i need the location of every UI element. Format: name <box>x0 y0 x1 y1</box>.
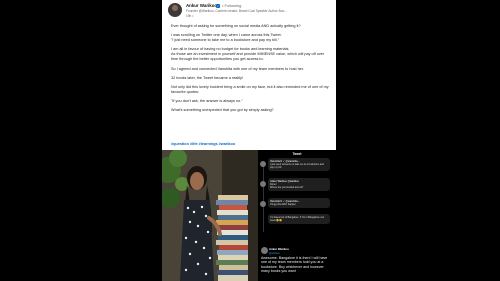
final-tweet-author: Ankur Warikoo @warikoo <box>269 247 289 255</box>
final-tweet-text: Awesome. Bangalore it is then! I will ha… <box>261 256 328 274</box>
thread-line <box>263 162 264 232</box>
reply-avatar <box>260 161 266 167</box>
reply-bubble: Ankur Warikoo @warikoo Done! Where are y… <box>268 178 330 191</box>
post-paragraph: I am all in favour of having no budget f… <box>171 47 325 62</box>
post-media[interactable]: Tweet Vanshita K ✓ @vanshita... I just n… <box>162 150 336 281</box>
final-tweet-avatar <box>261 247 268 254</box>
verified-icon: ✓ <box>216 3 220 8</box>
reply-avatar <box>260 201 266 207</box>
tweet-header-title: Tweet <box>292 152 302 156</box>
reply-text: Omgg this didn't happen <box>270 203 296 206</box>
reply-avatar <box>260 181 266 187</box>
linkedin-post: Ankur Warikoo ✓ • Following Founder @War… <box>162 0 336 281</box>
post-paragraph: Not only did this lovely incident bring … <box>171 84 329 94</box>
reply-text: I just need someone to take me to a book… <box>270 163 324 169</box>
reply-text: I'm based out of Bangalore. If I'm in Ba… <box>270 216 325 222</box>
post-hashtags[interactable]: #question #life #learnings #warikoo <box>171 142 235 146</box>
bookstore-photo <box>162 150 258 281</box>
author-headline: Founder @Warikoo, Content creator, Brand… <box>186 9 287 13</box>
post-body: Ever thought of asking for something on … <box>171 24 331 118</box>
final-tweet-handle: @warikoo <box>269 252 280 255</box>
follow-status[interactable]: • Following <box>222 3 241 8</box>
post-age: 19h • <box>186 14 194 18</box>
post-header: Ankur Warikoo ✓ • Following Founder @War… <box>168 3 332 23</box>
post-paragraph: Ever thought of asking for something on … <box>171 24 301 28</box>
post-paragraph: So I agreed and connected Vanshita with … <box>171 66 304 71</box>
tweet-screenshot: Tweet Vanshita K ✓ @vanshita... I just n… <box>258 150 336 281</box>
post-paragraph: What's something unexpected that you got… <box>171 108 274 113</box>
post-paragraph: 32 books later, the Tweet became a reali… <box>171 75 244 80</box>
post-paragraph: "If you don't ask, the answer is always … <box>171 99 243 104</box>
reply-bubble: Vanshita K ✓ @vanshita... I just need so… <box>268 158 330 171</box>
reply-bubble: Vanshita K ✓ @vanshita... Omgg this didn… <box>268 198 330 208</box>
reply-text: Done! Where are you located and ok? <box>270 183 304 189</box>
photo-illustration <box>162 150 258 281</box>
author-avatar[interactable] <box>168 3 182 17</box>
author-name[interactable]: Ankur Warikoo <box>186 3 217 8</box>
reply-bubble: I'm based out of Bangalore. If I'm in Ba… <box>268 214 330 224</box>
post-paragraph: I was scrolling on Twitter one day, when… <box>171 33 282 43</box>
final-tweet-name: Ankur Warikoo <box>269 247 289 251</box>
